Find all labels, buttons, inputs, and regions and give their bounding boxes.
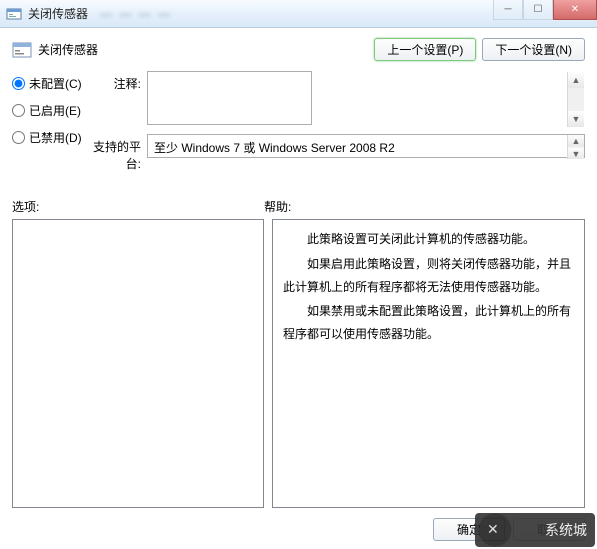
help-paragraph: 如果禁用或未配置此策略设置，此计算机上的所有程序都可以使用传感器功能。 bbox=[283, 300, 574, 346]
options-panel bbox=[12, 219, 264, 508]
radio-not-configured[interactable]: 未配置(C) bbox=[12, 75, 87, 92]
cancel-button[interactable]: 取消 bbox=[513, 518, 585, 541]
radio-enabled-input[interactable] bbox=[12, 104, 25, 117]
help-label: 帮助: bbox=[264, 198, 291, 215]
scrollbar[interactable]: ▲ ▼ bbox=[567, 135, 584, 159]
help-panel: 此策略设置可关闭此计算机的传感器功能。 如果启用此策略设置，则将关闭传感器功能，… bbox=[272, 219, 585, 508]
radio-label: 已启用(E) bbox=[29, 102, 81, 119]
section-labels: 选项: 帮助: bbox=[12, 198, 585, 215]
window-title: 关闭传感器 bbox=[28, 5, 88, 22]
scrollbar[interactable]: ▲ ▼ bbox=[567, 72, 584, 127]
platform-row: 支持的平台: 至少 Windows 7 或 Windows Server 200… bbox=[87, 134, 585, 172]
window-controls: ─ ☐ ✕ bbox=[493, 0, 597, 20]
header-row: 关闭传感器 上一个设置(P) 下一个设置(N) bbox=[12, 38, 585, 61]
maximize-button[interactable]: ☐ bbox=[523, 0, 553, 20]
comment-input[interactable] bbox=[147, 71, 312, 125]
dialog-content: 关闭传感器 上一个设置(P) 下一个设置(N) 未配置(C) 已启用(E) 已禁… bbox=[0, 28, 597, 549]
app-icon bbox=[6, 6, 22, 22]
comment-label: 注释: bbox=[87, 71, 147, 128]
radio-disabled[interactable]: 已禁用(D) bbox=[12, 129, 87, 146]
minimize-button[interactable]: ─ bbox=[493, 0, 523, 20]
config-area: 未配置(C) 已启用(E) 已禁用(D) 注释: ▲ ▼ bbox=[12, 71, 585, 178]
previous-setting-button[interactable]: 上一个设置(P) bbox=[374, 38, 476, 61]
fields-column: 注释: ▲ ▼ 支持的平台: 至少 Windows 7 或 Windows Se… bbox=[87, 71, 585, 178]
radio-label: 未配置(C) bbox=[29, 75, 82, 92]
titlebar: 关闭传感器 — — — — ─ ☐ ✕ bbox=[0, 0, 597, 28]
footer: 确定 取消 bbox=[12, 508, 585, 541]
panels: 此策略设置可关闭此计算机的传感器功能。 如果启用此策略设置，则将关闭传感器功能，… bbox=[12, 219, 585, 508]
platform-wrap: 至少 Windows 7 或 Windows Server 2008 R2 ▲ … bbox=[147, 134, 585, 172]
policy-title: 关闭传感器 bbox=[38, 41, 368, 58]
platform-value: 至少 Windows 7 或 Windows Server 2008 R2 bbox=[147, 134, 585, 158]
radio-label: 已禁用(D) bbox=[29, 129, 82, 146]
comment-wrap: ▲ ▼ bbox=[147, 71, 585, 128]
help-paragraph: 此策略设置可关闭此计算机的传感器功能。 bbox=[283, 228, 574, 251]
next-setting-button[interactable]: 下一个设置(N) bbox=[482, 38, 585, 61]
help-text: 此策略设置可关闭此计算机的传感器功能。 如果启用此策略设置，则将关闭传感器功能，… bbox=[283, 228, 574, 346]
scroll-up-icon[interactable]: ▲ bbox=[568, 72, 584, 88]
policy-icon bbox=[12, 41, 32, 59]
radio-enabled[interactable]: 已启用(E) bbox=[12, 102, 87, 119]
scroll-down-icon[interactable]: ▼ bbox=[568, 111, 584, 127]
radio-not-configured-input[interactable] bbox=[12, 77, 25, 90]
scroll-down-icon[interactable]: ▼ bbox=[568, 148, 584, 159]
radio-disabled-input[interactable] bbox=[12, 131, 25, 144]
help-paragraph: 如果启用此策略设置，则将关闭传感器功能，并且此计算机上的所有程序都将无法使用传感… bbox=[283, 253, 574, 299]
scroll-up-icon[interactable]: ▲ bbox=[568, 135, 584, 146]
options-label: 选项: bbox=[12, 198, 264, 215]
comment-row: 注释: ▲ ▼ bbox=[87, 71, 585, 128]
platform-label: 支持的平台: bbox=[87, 134, 147, 172]
radio-group: 未配置(C) 已启用(E) 已禁用(D) bbox=[12, 71, 87, 178]
ok-button[interactable]: 确定 bbox=[433, 518, 505, 541]
close-button[interactable]: ✕ bbox=[553, 0, 597, 20]
title-extra: — — — — bbox=[100, 7, 172, 21]
